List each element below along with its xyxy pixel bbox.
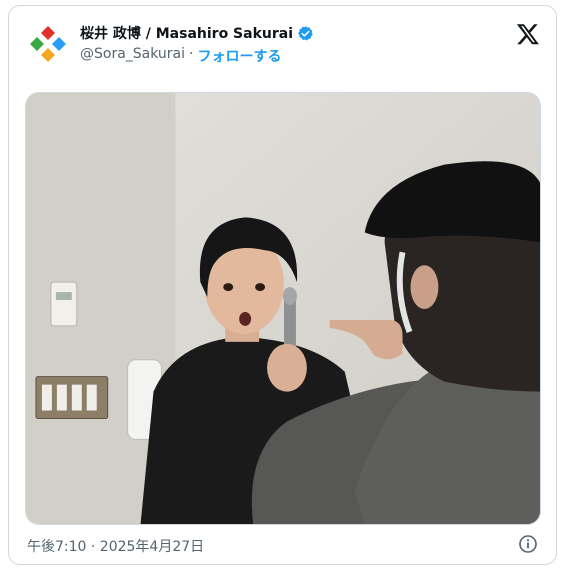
x-logo-icon[interactable] bbox=[516, 22, 540, 46]
handle-row: @Sora_Sakurai · フォローする bbox=[80, 46, 281, 66]
info-icon[interactable] bbox=[518, 534, 538, 554]
author-name-row: 桜井 政博 / Masahiro Sakurai bbox=[80, 23, 314, 43]
verified-badge-icon bbox=[297, 25, 314, 42]
author-avatar[interactable] bbox=[28, 24, 68, 64]
follow-button[interactable]: フォローする bbox=[197, 46, 281, 66]
tweet-timestamp[interactable]: 午後7:10 · 2025年4月27日 bbox=[27, 536, 204, 556]
avatar-logo-icon bbox=[30, 26, 66, 62]
photo-illustration bbox=[26, 93, 540, 524]
author-handle[interactable]: @Sora_Sakurai bbox=[80, 46, 185, 66]
tweet-card: 桜井 政博 / Masahiro Sakurai @Sora_Sakurai ·… bbox=[8, 5, 557, 565]
author-name[interactable]: 桜井 政博 / Masahiro Sakurai bbox=[80, 23, 293, 43]
tweet-photo[interactable] bbox=[25, 92, 541, 525]
separator-dot: · bbox=[189, 46, 194, 62]
